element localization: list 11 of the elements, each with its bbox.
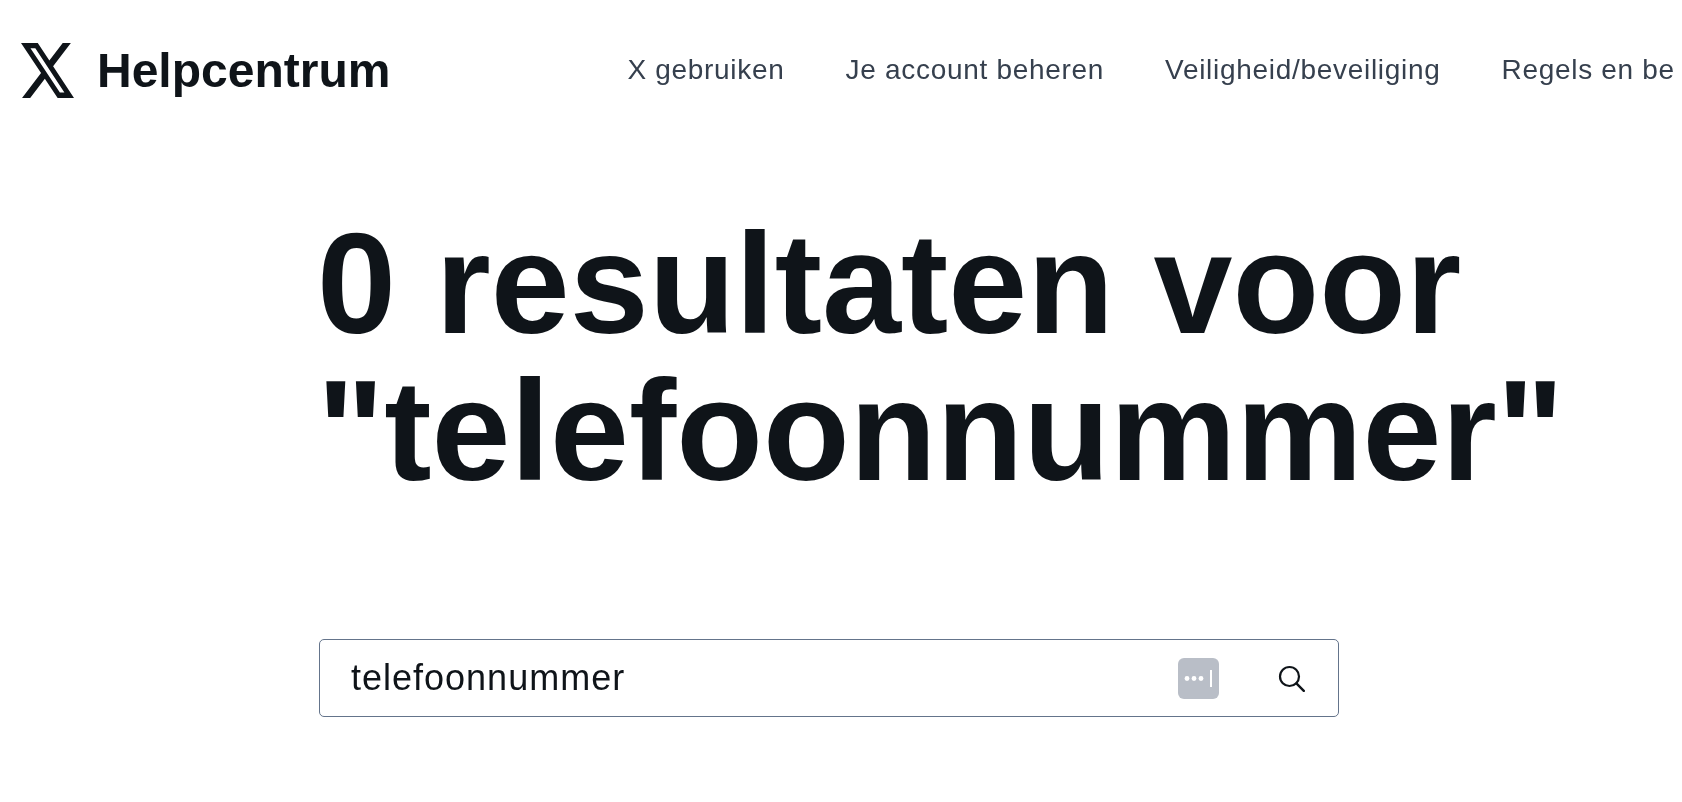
search-field[interactable]: telefoonnummer [319,639,1339,717]
search-button[interactable] [1278,664,1305,692]
nav-link[interactable]: Je account beheren [845,54,1105,86]
search-icon [1278,664,1305,692]
nav-link[interactable]: Regels en be [1501,54,1675,86]
results-heading: 0 resultaten voor "telefoonnummer" [317,210,1566,504]
nav-link[interactable]: X gebruiken [627,54,785,86]
site-title[interactable]: Helpcentrum [97,42,391,98]
password-dots-icon[interactable] [1178,657,1219,699]
nav-link[interactable]: Veiligheid/beveiliging [1165,54,1441,86]
logo-icon[interactable] [21,42,74,98]
